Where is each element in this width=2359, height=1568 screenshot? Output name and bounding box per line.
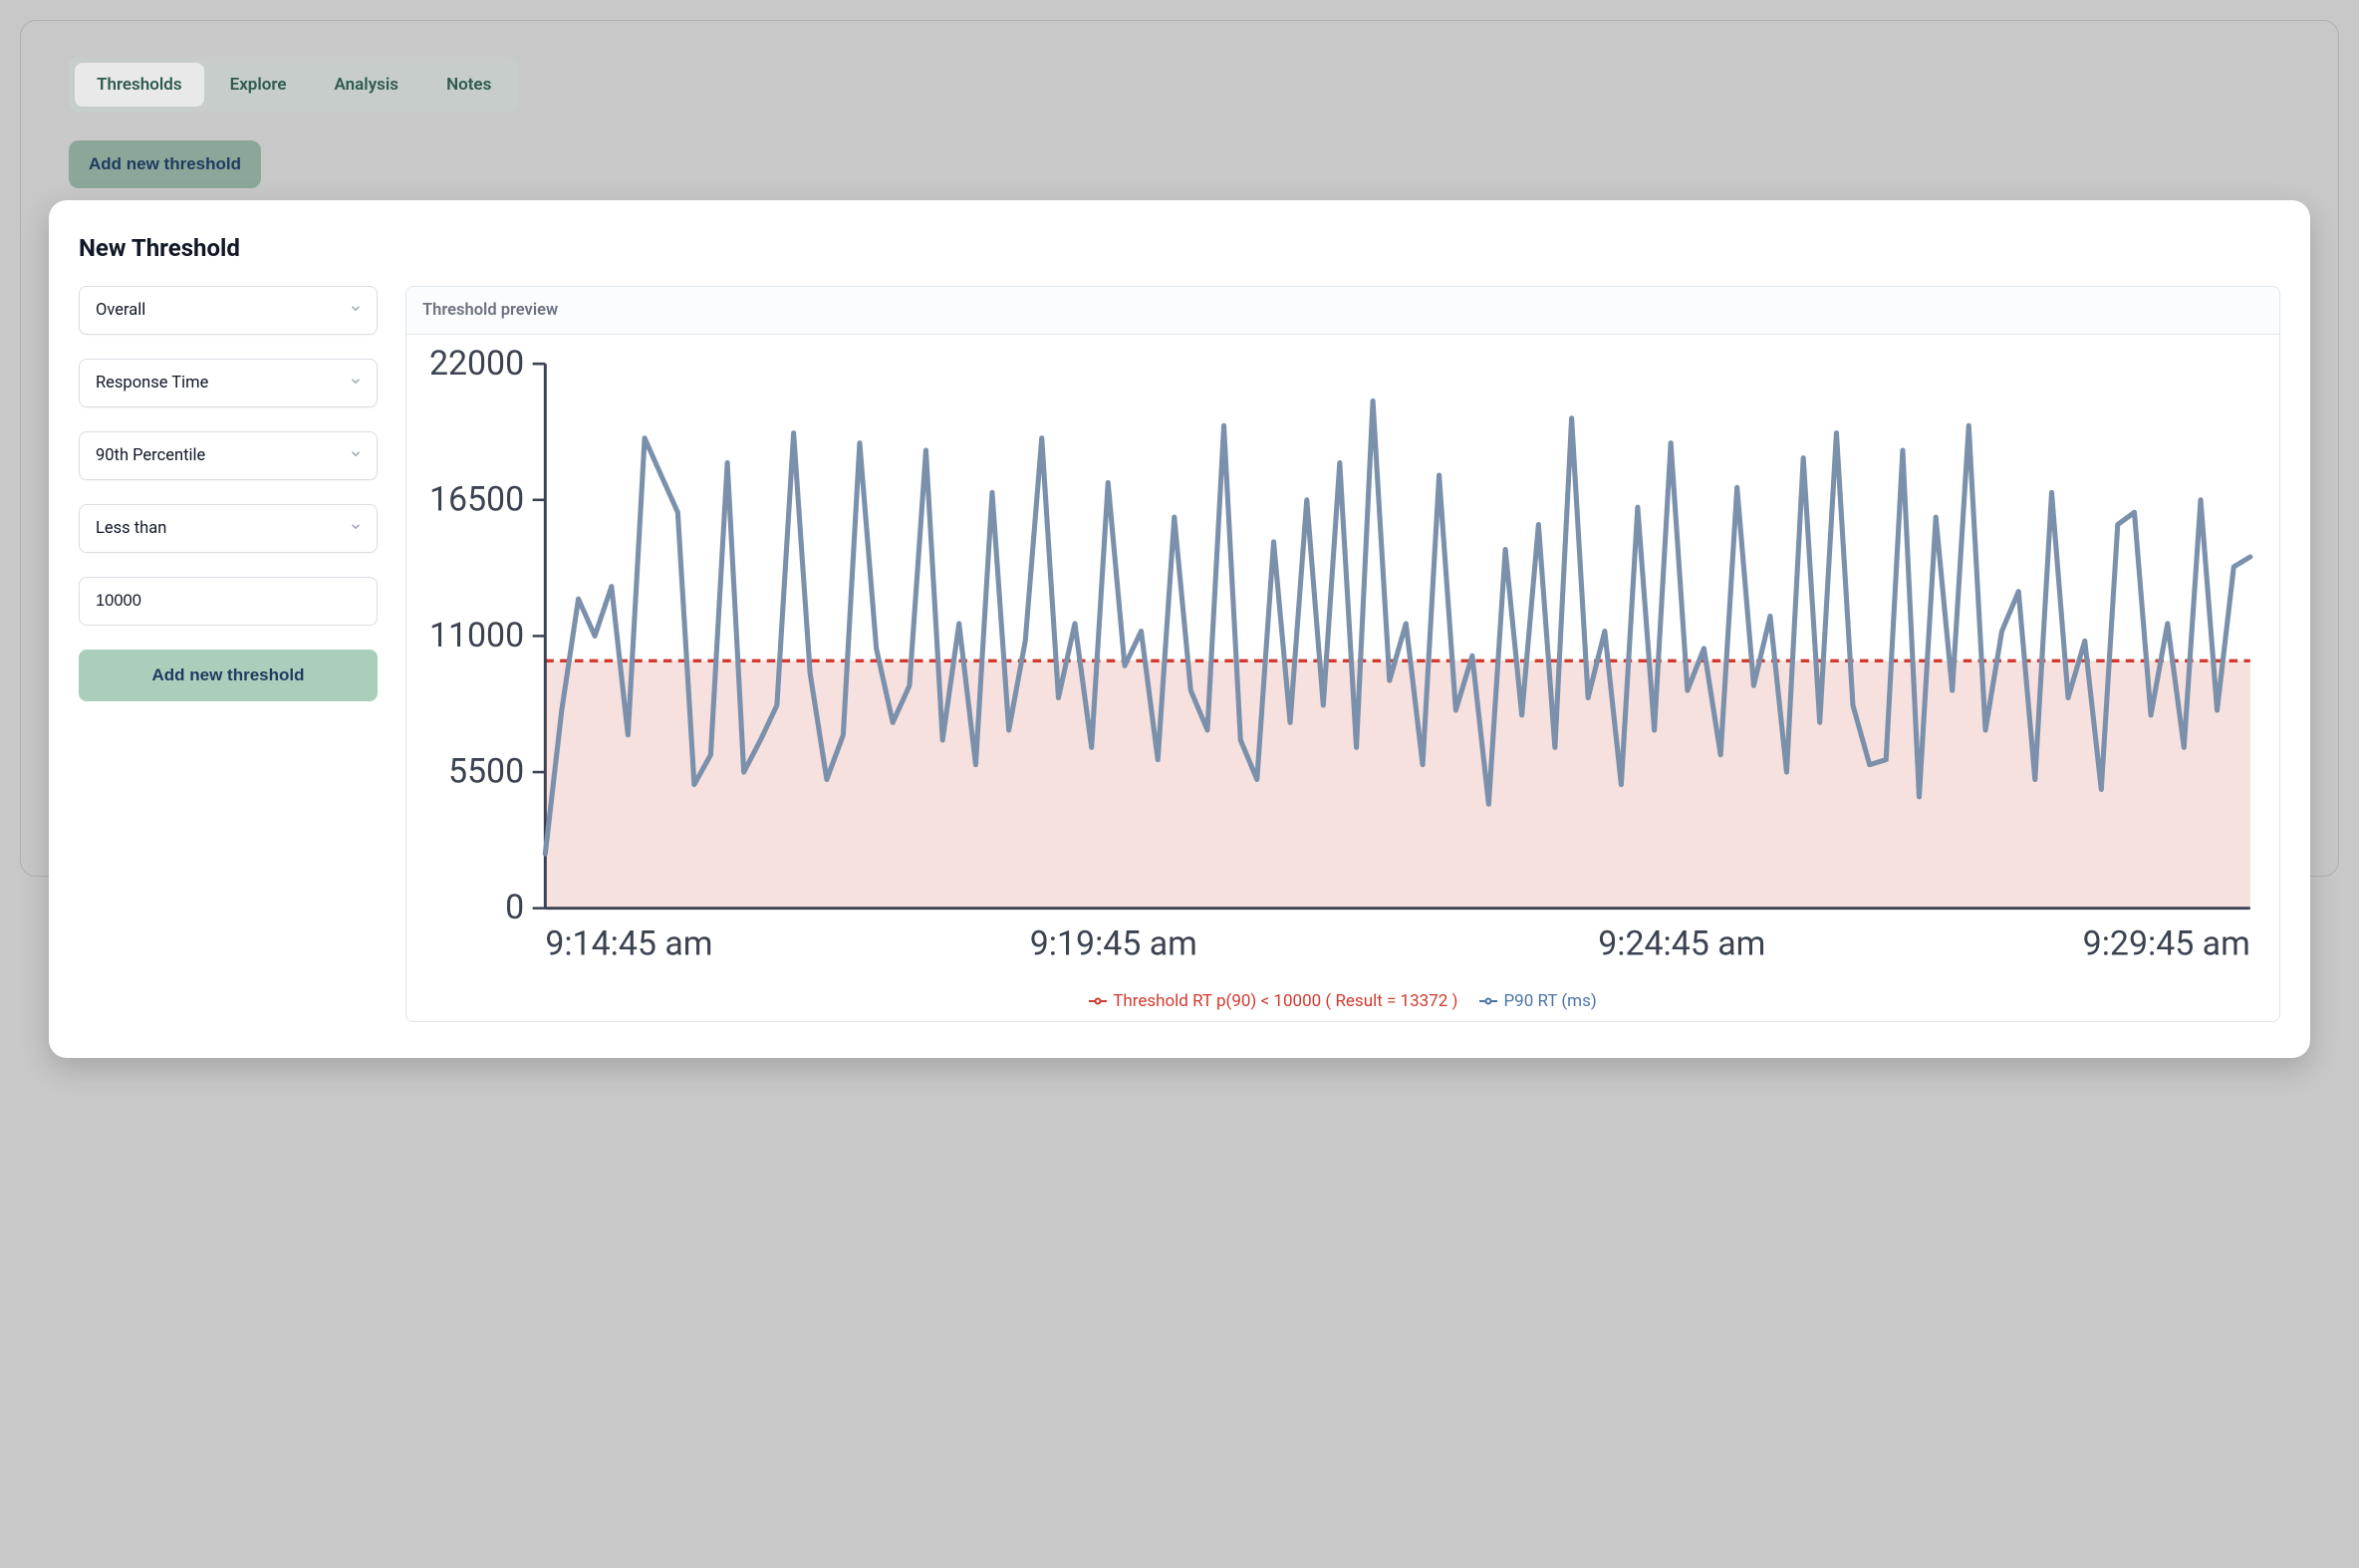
svg-text:9:19:45 am: 9:19:45 am (1030, 924, 1197, 963)
metric-select[interactable]: Response Time (79, 359, 378, 407)
modal-body: Overall Response Time 90th Percentile (79, 286, 2280, 1022)
modal-title: New Threshold (79, 234, 2280, 262)
tabs: Thresholds Explore Analysis Notes (69, 57, 519, 113)
chart-legend: Threshold RT p(90) < 10000 ( Result = 13… (406, 987, 2279, 1021)
tab-analysis[interactable]: Analysis (313, 63, 421, 107)
threshold-preview-chart: 0 5500 11000 16500 22000 9:14:45 am 9:19:45 am… (406, 335, 2279, 987)
metric-select-value: Response Time (96, 374, 208, 392)
tab-explore[interactable]: Explore (208, 63, 309, 107)
chevron-down-icon (349, 446, 363, 465)
svg-text:9:29:45 am: 9:29:45 am (2083, 924, 2250, 963)
preview-header: Threshold preview (406, 287, 2279, 335)
threshold-preview-panel: Threshold preview 0 5500 11000 16500 22000 9:… (405, 286, 2280, 1022)
legend-marker-icon (1089, 996, 1107, 1006)
legend-threshold-label: Threshold RT p(90) < 10000 ( Result = 13… (1113, 991, 1457, 1011)
svg-text:16500: 16500 (429, 480, 524, 519)
scope-select[interactable]: Overall (79, 286, 378, 335)
scope-select-value: Overall (96, 301, 145, 320)
legend-marker-icon (1479, 996, 1497, 1006)
threshold-form: Overall Response Time 90th Percentile (79, 286, 378, 1022)
svg-text:0: 0 (505, 889, 524, 927)
chevron-down-icon (349, 301, 363, 320)
svg-text:9:14:45 am: 9:14:45 am (545, 924, 712, 963)
add-threshold-submit-button[interactable]: Add new threshold (79, 650, 378, 701)
legend-threshold: Threshold RT p(90) < 10000 ( Result = 13… (1089, 991, 1457, 1011)
legend-series: P90 RT (ms) (1479, 991, 1596, 1011)
svg-text:22000: 22000 (429, 345, 524, 384)
chevron-down-icon (349, 374, 363, 392)
svg-text:11000: 11000 (429, 617, 524, 655)
chevron-down-icon (349, 519, 363, 538)
tab-thresholds[interactable]: Thresholds (75, 63, 204, 107)
add-threshold-top-button[interactable]: Add new threshold (69, 140, 261, 188)
svg-text:9:24:45 am: 9:24:45 am (1598, 924, 1765, 963)
tab-notes[interactable]: Notes (424, 63, 513, 107)
comparator-select-value: Less than (96, 519, 166, 538)
aggregation-select[interactable]: 90th Percentile (79, 431, 378, 480)
threshold-value-input[interactable] (79, 577, 378, 626)
new-threshold-modal: New Threshold Overall Response Time 90 (49, 200, 2310, 1058)
svg-text:5500: 5500 (448, 753, 524, 792)
page-card: Thresholds Explore Analysis Notes Add ne… (20, 20, 2339, 877)
aggregation-select-value: 90th Percentile (96, 446, 205, 465)
comparator-select[interactable]: Less than (79, 504, 378, 553)
legend-series-label: P90 RT (ms) (1503, 991, 1596, 1011)
